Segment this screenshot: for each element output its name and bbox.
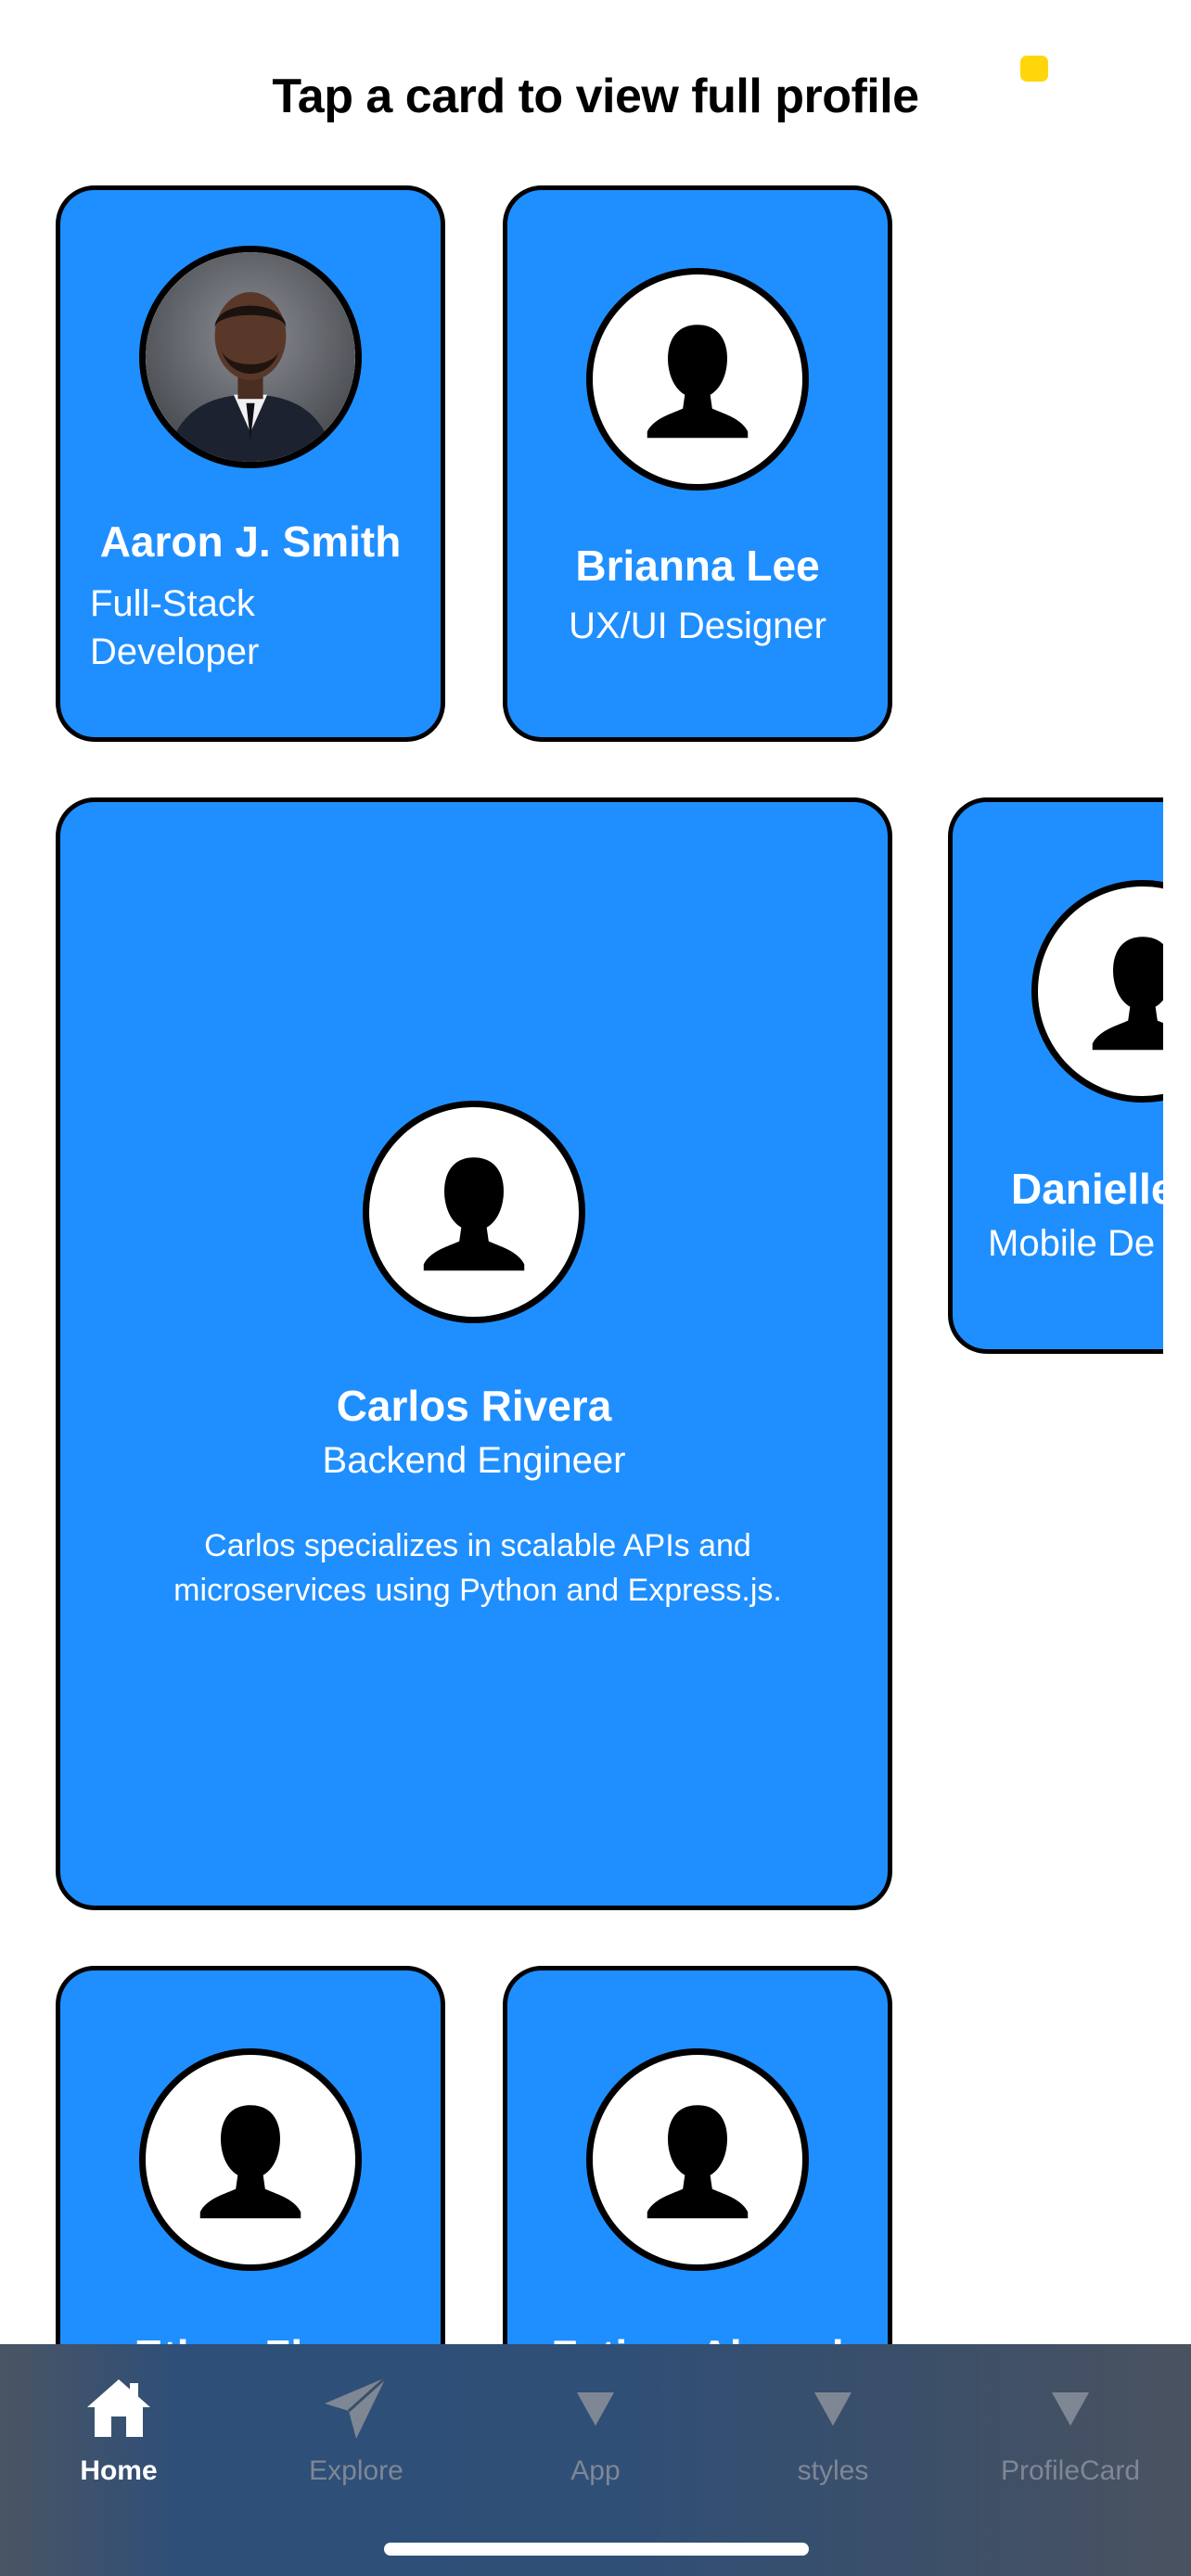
home-icon [87,2379,150,2437]
profile-card-brianna[interactable]: Brianna Lee UX/UI Designer [503,185,892,742]
user-silhouette-icon [199,2105,301,2219]
card-name: Carlos Rivera [336,1382,612,1430]
user-silhouette-icon [647,2105,749,2219]
tab-label: App [570,2455,621,2486]
page-title: Tap a card to view full profile [272,70,919,123]
tab-profilecard[interactable]: ProfileCard [952,2363,1189,2493]
card-name: Brianna Lee [575,542,820,590]
tab-explore[interactable]: Explore [237,2363,475,2493]
triangle-down-icon [577,2392,614,2426]
card-role: Mobile De [988,1223,1156,1264]
profile-card-carlos[interactable]: Carlos Rivera Backend Engineer Carlos sp… [56,797,892,1910]
bottom-tab-bar: Home Explore App styles ProfileCard [0,2344,1191,2576]
user-silhouette-icon [647,325,749,439]
tab-styles[interactable]: styles [714,2363,952,2493]
profile-card-aaron[interactable]: Aaron J. Smith Full-Stack Developer [56,185,445,742]
card-role: Full-Stack Developer [90,583,260,672]
card-name: Danielle [1011,1165,1175,1213]
user-silhouette-icon [423,1157,525,1271]
card-name: Aaron J. Smith [99,517,402,566]
profile-card-danielle[interactable]: Danielle Mobile De [948,797,1191,1354]
card-bio: Carlos specializes in scalable APIs and … [173,1528,782,1608]
card-role: UX/UI Designer [569,606,826,646]
avatar-silhouette [586,2048,809,2271]
avatar-silhouette [363,1101,585,1323]
triangle-down-icon [814,2392,852,2426]
tab-label: Home [80,2455,158,2486]
paper-plane-icon [325,2376,388,2439]
avatar-photo [139,246,362,468]
app-screen: Tap a card to view full profile Aaron J.… [0,0,1191,2576]
tab-app[interactable]: App [477,2363,714,2493]
tab-label: styles [797,2455,869,2486]
triangle-down-icon [1052,2392,1089,2426]
tab-label: Explore [309,2455,403,2486]
tab-home[interactable]: Home [0,2363,237,2493]
viewport-clip [1163,779,1191,1372]
tab-label: ProfileCard [1000,2455,1141,2486]
avatar-silhouette [139,2048,362,2271]
home-indicator [384,2543,809,2556]
card-role: Backend Engineer [322,1440,626,1481]
avatar-silhouette [586,268,809,491]
